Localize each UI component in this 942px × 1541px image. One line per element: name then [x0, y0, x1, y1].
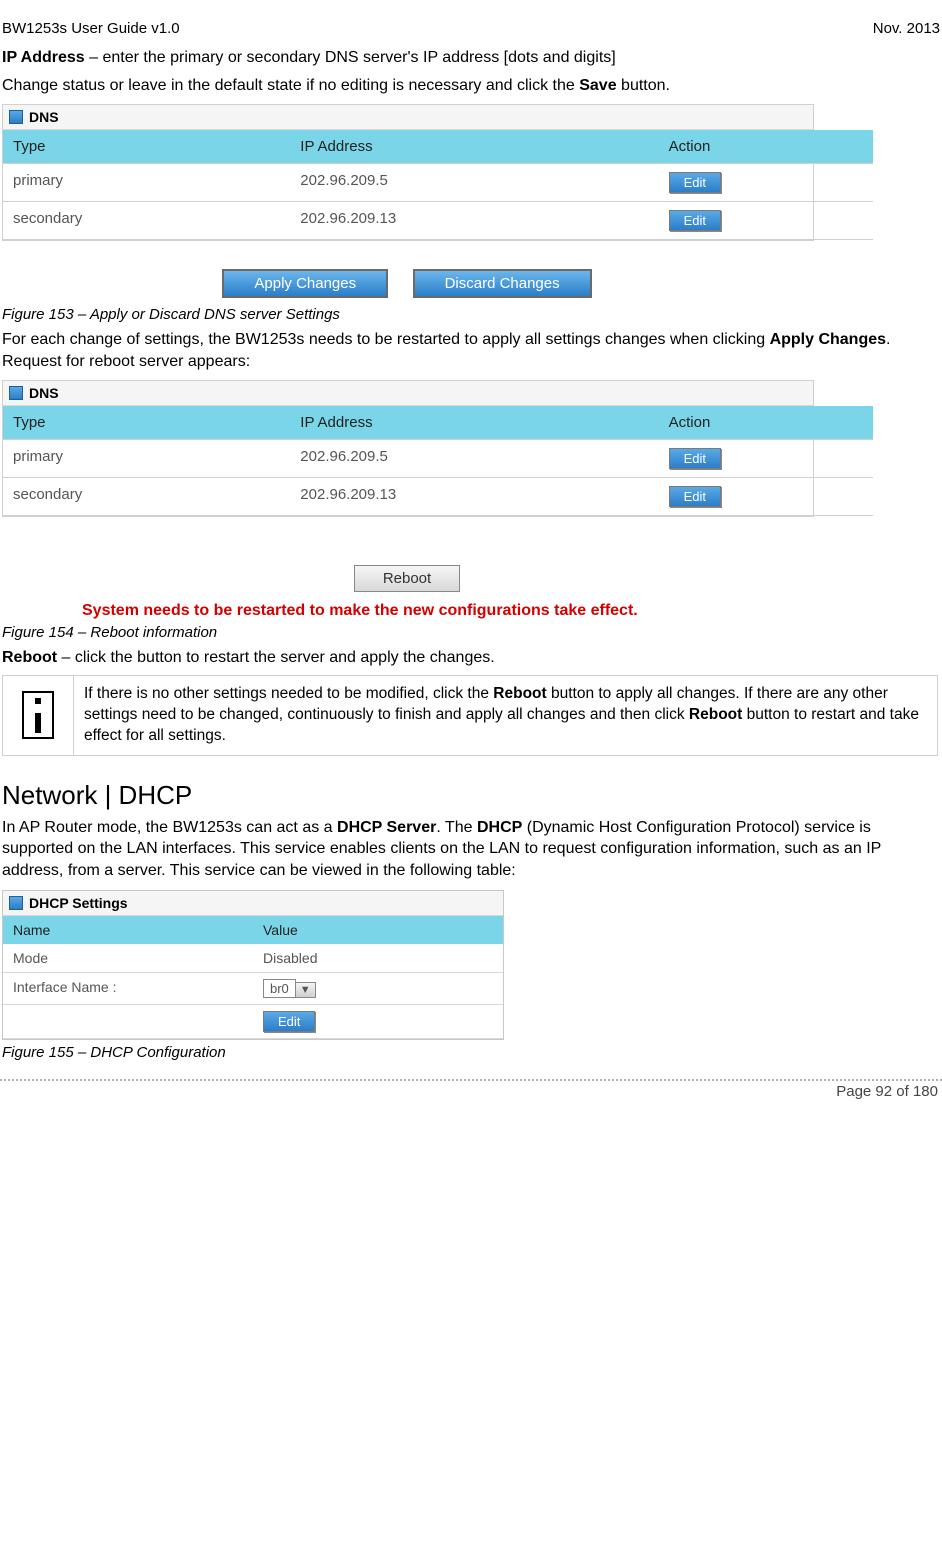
info-t1: If there is no other settings needed to …	[84, 685, 493, 702]
dns-ip-cell: 202.96.209.5	[290, 440, 658, 478]
reboot-desc-line: Reboot – click the button to restart the…	[2, 647, 938, 669]
col-type: Type	[3, 130, 290, 164]
figure-153-caption: Figure 153 – Apply or Discard DNS server…	[2, 306, 938, 323]
app-icon	[9, 896, 23, 910]
dhcp-panel-header: DHCP Settings	[3, 891, 503, 916]
figure-154-caption: Figure 154 – Reboot information	[2, 624, 938, 641]
ip-address-desc: IP Address – enter the primary or second…	[2, 47, 938, 69]
info-b1: Reboot	[493, 685, 546, 702]
dhcp-col-name: Name	[3, 916, 253, 944]
dns-action-cell: Edit	[659, 202, 873, 240]
dns-screenshot-apply: DNS Type IP Address Action primary 202.9…	[2, 104, 814, 241]
page-number: Page 92 of 180	[0, 1083, 942, 1100]
reboot-desc-text: – click the button to restart the server…	[57, 649, 495, 666]
dhcp-settings-screenshot: DHCP Settings Name Value Mode Disabled I…	[2, 890, 504, 1040]
dhcp-row-action: Edit	[3, 1005, 503, 1039]
dns-ip-cell: 202.96.209.5	[290, 164, 658, 202]
app-icon	[9, 386, 23, 400]
reboot-row: Reboot	[2, 565, 812, 592]
edit-button[interactable]: Edit	[263, 1011, 315, 1032]
dns-row-secondary: secondary 202.96.209.13 Edit	[3, 202, 813, 240]
dns-header-row: Type IP Address Action	[3, 130, 813, 164]
dhcp-action-cell: Edit	[253, 1005, 503, 1038]
dhcp-p-t1: In AP Router mode, the BW1253s can act a…	[2, 819, 337, 836]
dns-screenshot-reboot: DNS Type IP Address Action primary 202.9…	[2, 380, 814, 517]
change-status-post: button.	[617, 77, 670, 94]
dhcp-intro-para: In AP Router mode, the BW1253s can act a…	[2, 817, 938, 882]
dns-action-cell: Edit	[659, 440, 873, 478]
col-ip: IP Address	[290, 406, 658, 440]
dns-ip-cell: 202.96.209.13	[290, 202, 658, 240]
info-note-text: If there is no other settings needed to …	[74, 676, 937, 755]
dhcp-empty-cell	[3, 1005, 253, 1038]
col-action: Action	[659, 130, 873, 164]
apply-para-pre: For each change of settings, the BW1253s…	[2, 331, 770, 348]
dns-row-primary: primary 202.96.209.5 Edit	[3, 440, 813, 478]
apply-changes-para: For each change of settings, the BW1253s…	[2, 329, 938, 372]
dns-action-cell: Edit	[659, 164, 873, 202]
page-header: BW1253s User Guide v1.0 Nov. 2013	[0, 20, 942, 41]
section-heading-dhcp: Network | DHCP	[2, 780, 938, 811]
info-b2: Reboot	[689, 706, 742, 723]
dns-ip-cell: 202.96.209.13	[290, 478, 658, 516]
info-icon	[22, 691, 54, 739]
dns-panel-header: DNS	[3, 105, 813, 130]
doc-title: BW1253s User Guide v1.0	[2, 20, 180, 37]
dns-type-cell: secondary	[3, 478, 290, 516]
dhcp-header-row: Name Value	[3, 916, 503, 944]
save-word: Save	[579, 77, 616, 94]
dhcp-row-mode: Mode Disabled	[3, 944, 503, 973]
edit-button[interactable]: Edit	[669, 486, 721, 507]
reboot-warning: System needs to be restarted to make the…	[82, 602, 892, 620]
dns-type-cell: primary	[3, 164, 290, 202]
footer-divider	[0, 1079, 942, 1081]
dns-title: DNS	[29, 385, 59, 401]
dns-type-cell: primary	[3, 440, 290, 478]
apply-discard-row: Apply Changes Discard Changes	[2, 269, 812, 298]
interface-select[interactable]: br0	[263, 979, 296, 998]
dns-type-cell: secondary	[3, 202, 290, 240]
dhcp-p-t2: . The	[436, 819, 477, 836]
discard-changes-button[interactable]: Discard Changes	[413, 269, 592, 298]
apply-changes-bold: Apply Changes	[770, 331, 886, 348]
dhcp-value-cell: br0▼	[253, 973, 503, 1004]
dhcp-row-interface: Interface Name : br0▼	[3, 973, 503, 1005]
app-icon	[9, 110, 23, 124]
col-action: Action	[659, 406, 873, 440]
dns-row-secondary: secondary 202.96.209.13 Edit	[3, 478, 813, 516]
dhcp-value-cell: Disabled	[253, 944, 503, 972]
apply-changes-button[interactable]: Apply Changes	[222, 269, 388, 298]
edit-button[interactable]: Edit	[669, 448, 721, 469]
dhcp-p-b2: DHCP	[477, 819, 522, 836]
reboot-button[interactable]: Reboot	[354, 565, 460, 592]
dhcp-col-value: Value	[253, 916, 503, 944]
figure-155-caption: Figure 155 – DHCP Configuration	[2, 1044, 938, 1061]
chevron-down-icon[interactable]: ▼	[295, 982, 316, 998]
dns-panel-header: DNS	[3, 381, 813, 406]
edit-button[interactable]: Edit	[669, 172, 721, 193]
change-status-pre: Change status or leave in the default st…	[2, 77, 579, 94]
dns-action-cell: Edit	[659, 478, 873, 516]
dns-header-row: Type IP Address Action	[3, 406, 813, 440]
dhcp-p-b1: DHCP Server	[337, 819, 436, 836]
edit-button[interactable]: Edit	[669, 210, 721, 231]
ip-address-label: IP Address	[2, 49, 85, 66]
doc-date: Nov. 2013	[873, 20, 940, 37]
dhcp-title: DHCP Settings	[29, 895, 128, 911]
col-type: Type	[3, 406, 290, 440]
info-icon-cell	[3, 676, 74, 755]
reboot-label: Reboot	[2, 649, 57, 666]
dns-row-primary: primary 202.96.209.5 Edit	[3, 164, 813, 202]
dhcp-name-cell: Interface Name :	[3, 973, 253, 1004]
dns-title: DNS	[29, 109, 59, 125]
change-status-line: Change status or leave in the default st…	[2, 75, 938, 97]
ip-address-text: – enter the primary or secondary DNS ser…	[85, 49, 616, 66]
info-note-box: If there is no other settings needed to …	[2, 675, 938, 756]
dhcp-name-cell: Mode	[3, 944, 253, 972]
col-ip: IP Address	[290, 130, 658, 164]
